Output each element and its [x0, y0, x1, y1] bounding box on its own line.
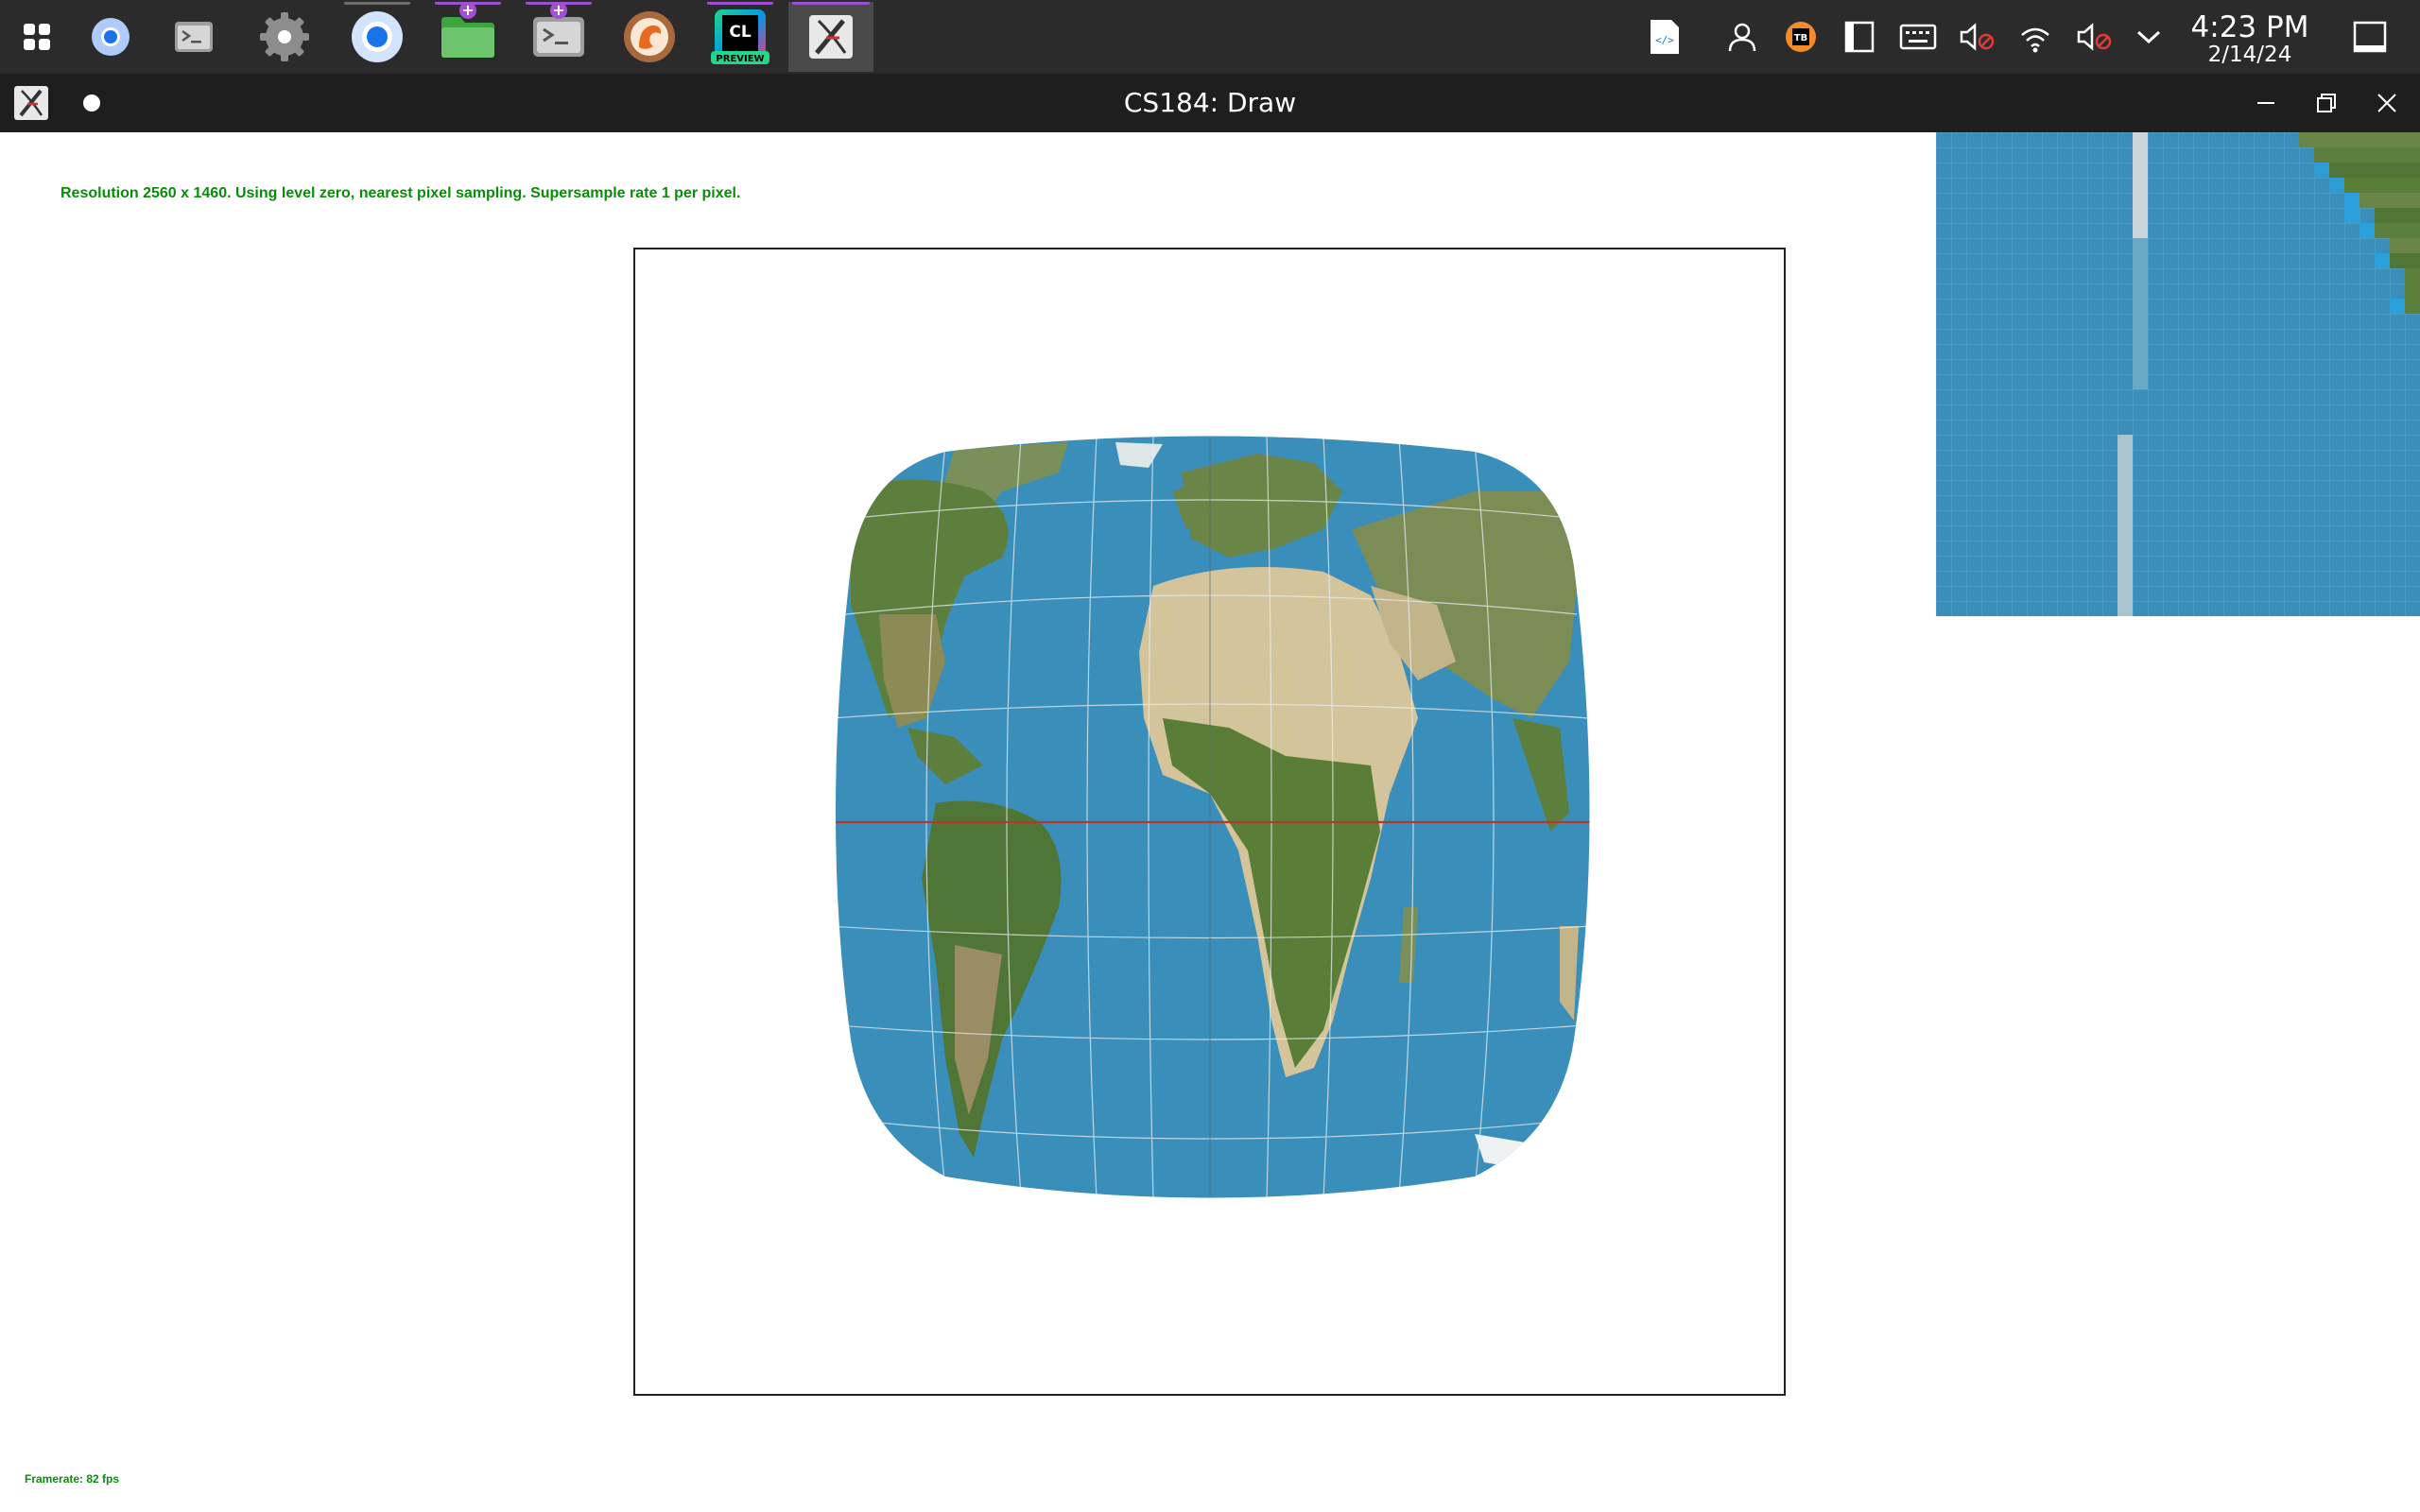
zoom-pixel-grid: [1936, 132, 2420, 616]
framerate-text: Framerate: 82 fps: [25, 1472, 120, 1486]
pixel-zoom-inspector: [1936, 132, 2420, 616]
